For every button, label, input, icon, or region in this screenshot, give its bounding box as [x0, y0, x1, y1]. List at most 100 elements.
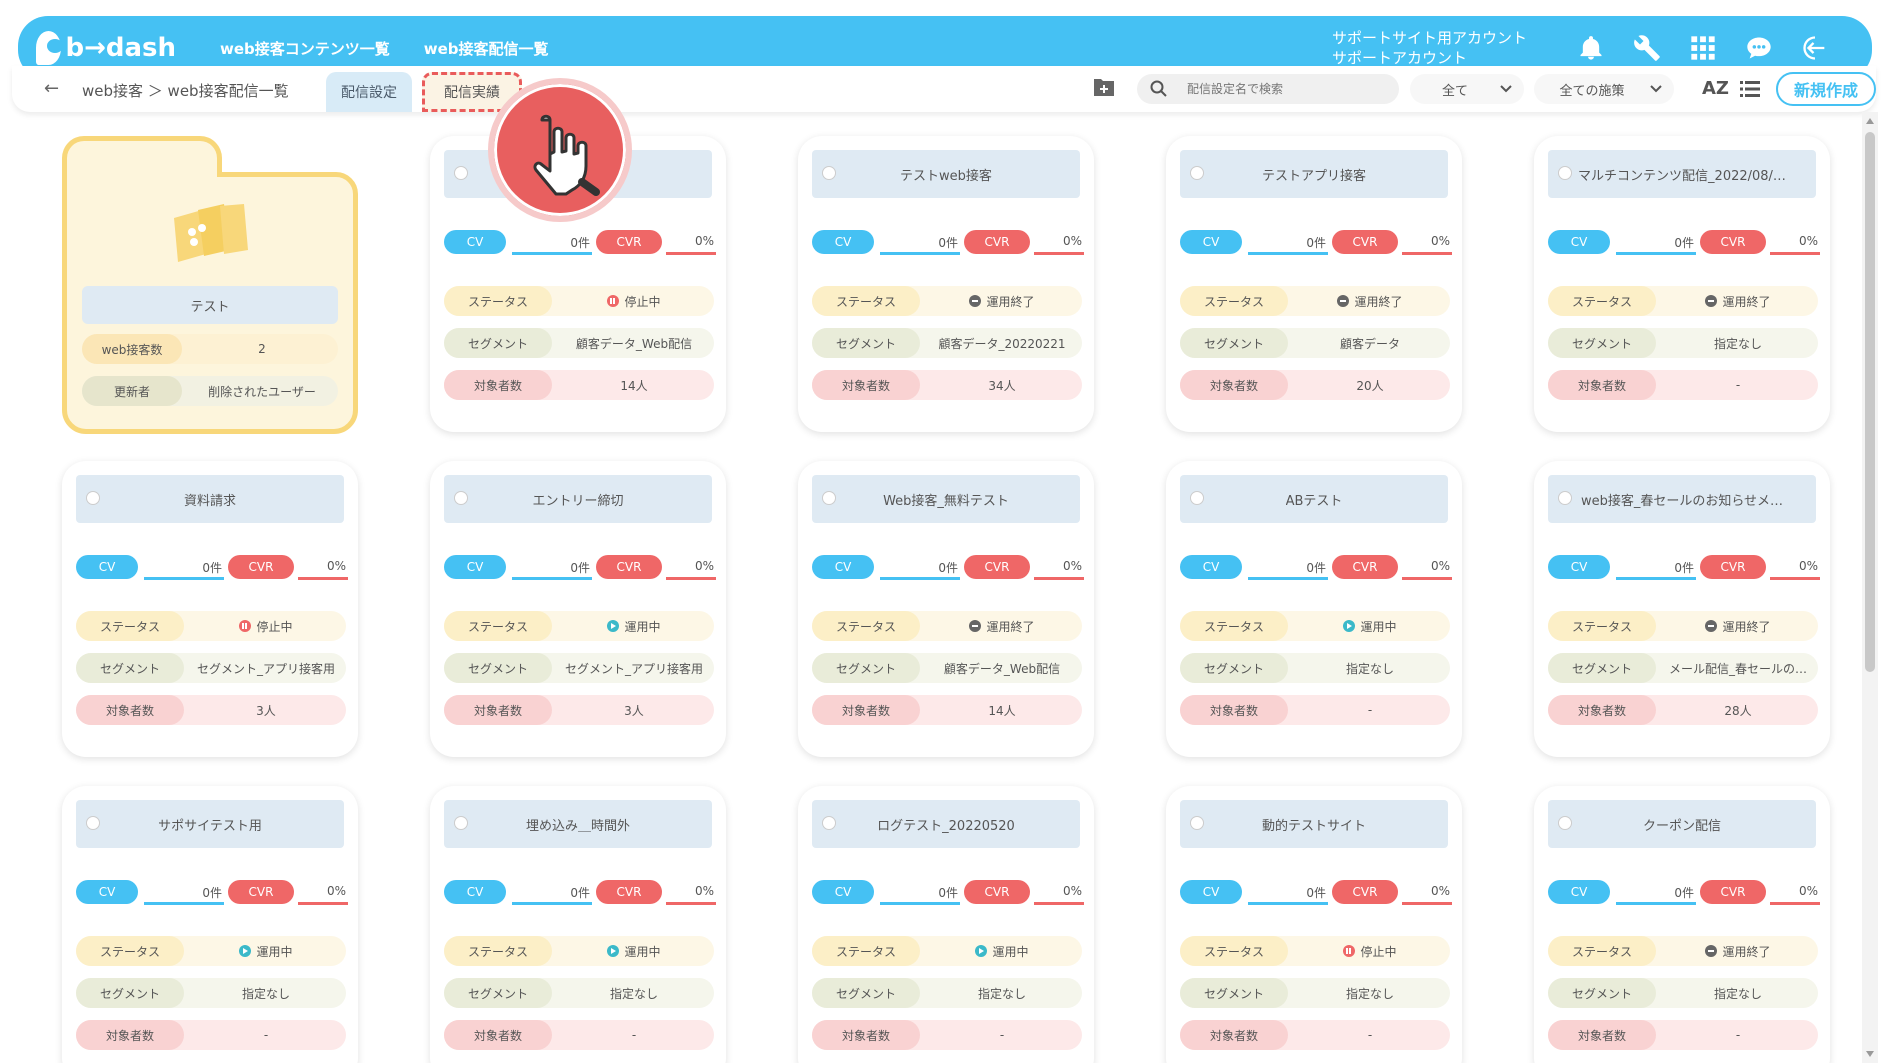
- wrench-icon[interactable]: [1630, 31, 1664, 65]
- card-title-text: マルチコンテンツ配信_2022/08/…: [1578, 168, 1786, 184]
- delivery-card[interactable]: Web接客_無料テスト CV 0件 CVR 0% ステータス 運用終了 セグメント 顧客データ_…: [798, 461, 1094, 757]
- cvr-badge: CVR: [1700, 230, 1766, 254]
- segment-row: セグメント 指定なし: [76, 978, 346, 1008]
- cvr-badge: CVR: [964, 555, 1030, 579]
- segment-label: セグメント: [812, 653, 920, 683]
- back-arrow-icon[interactable]: ←: [44, 78, 59, 99]
- card-title[interactable]: 埋め込み＿時間外: [444, 800, 712, 848]
- scroll-thumb[interactable]: [1865, 132, 1875, 672]
- scroll-down-icon[interactable]: [1866, 1051, 1874, 1057]
- logo[interactable]: b→dash: [36, 31, 176, 65]
- card-title[interactable]: web接客_春セールのお知らせメ…: [1548, 475, 1816, 523]
- delivery-card[interactable]: テストweb接客 CV 0件 CVR 0% ステータス 運用終了 セグメント 顧客データ_202…: [798, 136, 1094, 432]
- delivery-card[interactable]: web接客_春セールのお知らせメ… CV 0件 CVR 0% ステータス 運用終了 セグメント…: [1534, 461, 1830, 757]
- chat-support-icon[interactable]: [1742, 31, 1776, 65]
- card-title[interactable]: クーポン配信: [1548, 800, 1816, 848]
- card-title[interactable]: テストweb接客: [812, 150, 1080, 198]
- target-value: 20人: [1356, 378, 1384, 393]
- card-title[interactable]: Web接客_無料テスト: [812, 475, 1080, 523]
- card-title[interactable]: サポサイテスト用: [76, 800, 344, 848]
- folder-card[interactable]: テスト web接客数 2 更新者 削除されたユーザー: [62, 136, 358, 434]
- cvr-underline: [1402, 902, 1452, 905]
- logout-icon[interactable]: [1798, 31, 1832, 65]
- cv-badge: CV: [444, 880, 506, 904]
- search-input[interactable]: [1187, 79, 1387, 99]
- status-filter-select[interactable]: 全て: [1410, 74, 1524, 104]
- delivery-card[interactable]: サポサイテスト用 CV 0件 CVR 0% ステータス 運用中 セグメント 指定なし 対象者数 -: [62, 786, 358, 1063]
- cv-badge: CV: [444, 230, 506, 254]
- card-title[interactable]: ABテスト: [1180, 475, 1448, 523]
- card-title-text: サポサイテスト用: [158, 818, 262, 834]
- sort-az-icon[interactable]: AZ: [1702, 78, 1729, 99]
- cvr-underline: [1770, 902, 1820, 905]
- new-create-button[interactable]: 新規作成: [1776, 72, 1876, 106]
- status-label: ステータス: [812, 286, 920, 316]
- status-value: 運用終了: [1290, 286, 1450, 316]
- cv-underline: [880, 252, 960, 255]
- folder-add-icon[interactable]: [1092, 76, 1116, 98]
- card-title-text: テストweb接客: [900, 168, 992, 184]
- segment-value: 指定なし: [977, 986, 1026, 1001]
- cv-value: 0件: [1306, 236, 1326, 250]
- account-info[interactable]: サポートサイト用アカウント サポートアカウント: [1332, 28, 1542, 68]
- card-title[interactable]: 資料請求: [76, 475, 344, 523]
- cvr-badge: CVR: [596, 555, 662, 579]
- tab-delivery-settings[interactable]: 配信設定: [326, 72, 412, 112]
- status-row: ステータス 運用終了: [812, 611, 1082, 641]
- delivery-card[interactable]: エントリー締切 CV 0件 CVR 0% ステータス 運用中 セグメント セグメント_アプリ接客…: [430, 461, 726, 757]
- segment-row: セグメント 指定なし: [1548, 328, 1818, 358]
- delivery-card[interactable]: ABテスト CV 0件 CVR 0% ステータス 運用中 セグメント 指定なし 対象者数 -: [1166, 461, 1462, 757]
- status-value: 運用中: [186, 936, 346, 966]
- segment-row: セグメント セグメント_アプリ接客用: [444, 653, 714, 683]
- card-title[interactable]: マルチコンテンツ配信_2022/08/…: [1548, 150, 1816, 198]
- folder-count-label: web接客数: [82, 334, 182, 364]
- cv-badge: CV: [444, 555, 506, 579]
- tutorial-pointer: [488, 78, 632, 222]
- segment-row: セグメント 顧客データ_Web配信: [812, 653, 1082, 683]
- card-title[interactable]: テストアプリ接客: [1180, 150, 1448, 198]
- segment-value: 指定なし: [609, 986, 658, 1001]
- cvr-badge: CVR: [1700, 555, 1766, 579]
- delivery-card[interactable]: 資料請求 CV 0件 CVR 0% ステータス 停止中 セグメント セグメント_アプリ接客用 対象…: [62, 461, 358, 757]
- status-value: 運用中: [554, 936, 714, 966]
- segment-label: セグメント: [1548, 653, 1656, 683]
- card-title[interactable]: ログテスト_20220520: [812, 800, 1080, 848]
- bell-icon[interactable]: [1574, 31, 1608, 65]
- delivery-card[interactable]: クーポン配信 CV 0件 CVR 0% ステータス 運用終了 セグメント 指定なし 対象者数 -: [1534, 786, 1830, 1063]
- card-title-text: 埋め込み＿時間外: [525, 818, 630, 834]
- nav-web-contents[interactable]: web接客コンテンツ一覧: [220, 38, 390, 59]
- vertical-scrollbar[interactable]: [1862, 112, 1878, 1063]
- status-row: ステータス 運用中: [1180, 611, 1450, 641]
- delivery-card[interactable]: テストアプリ接客 CV 0件 CVR 0% ステータス 運用終了 セグメント 顧客データ 対象者数…: [1166, 136, 1462, 432]
- delivery-card[interactable]: ログテスト_20220520 CV 0件 CVR 0% ステータス 運用中 セグメント 指定なし…: [798, 786, 1094, 1063]
- status-text: 運用終了: [986, 294, 1035, 309]
- target-value: 3人: [256, 703, 276, 718]
- status-value: 運用終了: [1658, 936, 1818, 966]
- scroll-up-icon[interactable]: [1866, 118, 1874, 124]
- status-text: 停止中: [256, 619, 293, 634]
- doc-icon: [1558, 166, 1572, 180]
- list-view-icon[interactable]: [1740, 80, 1760, 98]
- cvr-underline: [1770, 577, 1820, 580]
- cvr-underline: [1402, 252, 1452, 255]
- segment-value: 顧客データ: [1339, 336, 1400, 351]
- card-metrics: CV 0件 CVR 0%: [1180, 230, 1452, 260]
- card-title[interactable]: 動的テストサイト: [1180, 800, 1448, 848]
- nav-web-delivery[interactable]: web接客配信一覧: [424, 38, 549, 59]
- measure-filter-select[interactable]: 全ての施策: [1534, 74, 1674, 104]
- cv-badge: CV: [812, 555, 874, 579]
- apps-grid-icon[interactable]: [1686, 31, 1720, 65]
- card-title[interactable]: エントリー締切: [444, 475, 712, 523]
- delivery-card[interactable]: マルチコンテンツ配信_2022/08/… CV 0件 CVR 0% ステータス 運用終了 セグ…: [1534, 136, 1830, 432]
- status-row: ステータス 運用中: [444, 611, 714, 641]
- delivery-card[interactable]: 動的テストサイト CV 0件 CVR 0% ステータス 停止中 セグメント 指定なし 対象者数 -: [1166, 786, 1462, 1063]
- card-metrics: CV 0件 CVR 0%: [1548, 880, 1820, 910]
- doc-icon: [1558, 491, 1572, 505]
- status-text: 運用中: [624, 944, 661, 959]
- status-end-icon: [1705, 295, 1718, 307]
- cv-underline: [1616, 902, 1696, 905]
- status-run-icon: [607, 620, 620, 632]
- doc-icon: [1190, 491, 1204, 505]
- target-label: 対象者数: [1548, 695, 1656, 725]
- delivery-card[interactable]: 埋め込み＿時間外 CV 0件 CVR 0% ステータス 運用中 セグメント 指定なし 対象者数 -: [430, 786, 726, 1063]
